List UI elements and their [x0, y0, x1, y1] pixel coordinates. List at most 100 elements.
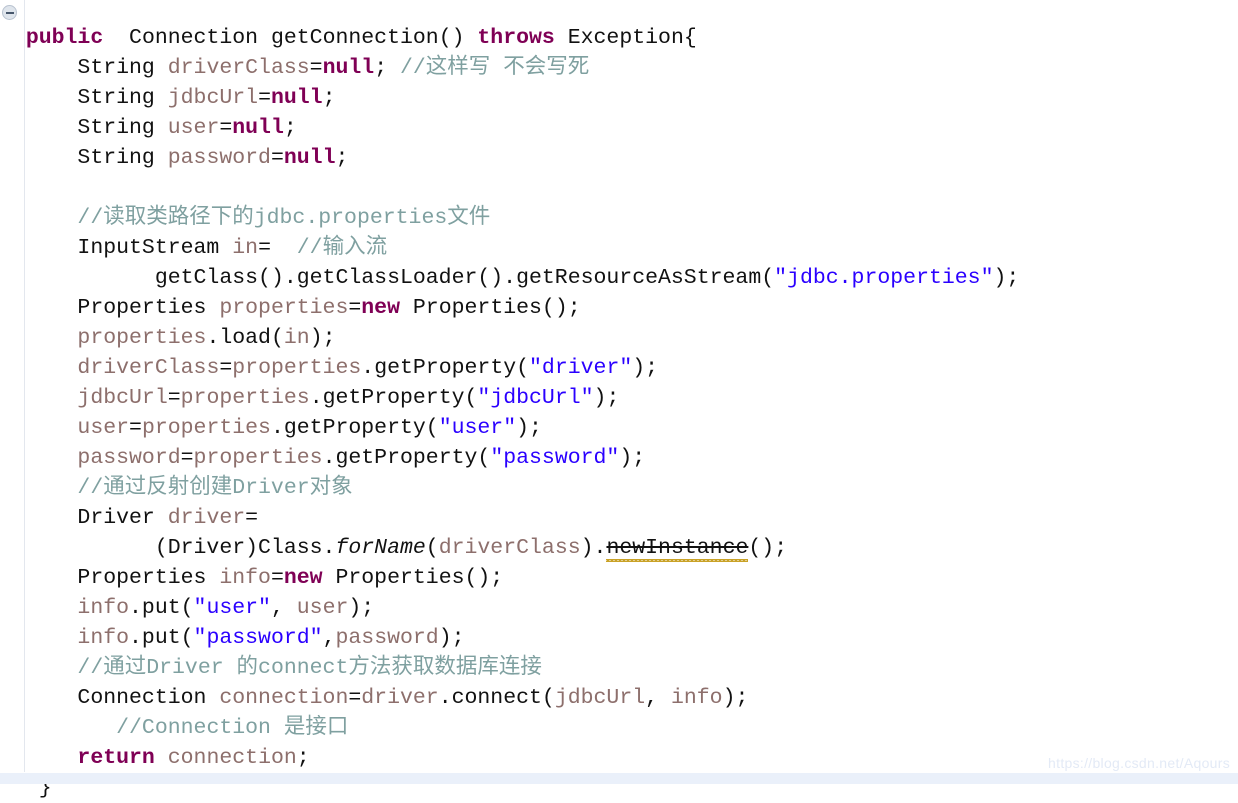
code-token-pun: ; — [283, 115, 297, 140]
code-token-pun: , — [270, 595, 297, 620]
line-get-jdbcurl: jdbcUrl=properties.getProperty("jdbcUrl"… — [0, 383, 1238, 413]
code-token-var: properties — [232, 355, 362, 380]
code-token-typ: Connection — [0, 685, 220, 710]
collapse-minus-icon[interactable] — [2, 5, 17, 20]
code-token-pun: ); — [632, 355, 659, 380]
line-declare-user: String user=null; — [0, 113, 1238, 143]
code-token-cmt: //通过反射创建Driver对象 — [77, 475, 353, 500]
code-token-typ: Exception{ — [554, 25, 697, 50]
code-token-pun — [0, 26, 26, 50]
code-token-typ: ( — [425, 535, 439, 560]
code-content[interactable]: public Connection getConnection() throws… — [0, 22, 1238, 803]
code-token-pun: = — [258, 235, 297, 260]
line-comment-connection-interface: //Connection 是接口 — [0, 713, 1238, 743]
code-token-pun: , — [645, 685, 671, 710]
code-token-var: info — [77, 625, 130, 650]
code-token-typ: .load( — [206, 325, 284, 350]
code-token-kw: new — [283, 565, 323, 590]
code-token-pun — [0, 626, 77, 650]
code-token-kw: null — [270, 85, 323, 110]
code-token-typ: String — [0, 55, 168, 80]
code-token-cmt: //通过Driver 的connect方法获取数据库连接 — [77, 655, 542, 680]
code-token-var: driver — [167, 505, 246, 530]
line-info-put-password: info.put("password",password); — [0, 623, 1238, 653]
code-token-pun: ; — [296, 745, 310, 770]
line-new-properties: Properties properties=new Properties(); — [0, 293, 1238, 323]
code-token-var: user — [77, 415, 130, 440]
code-token-pun: ); — [348, 595, 375, 620]
code-token-var: info — [219, 565, 271, 590]
code-token-var: user — [296, 595, 349, 620]
line-info-put-user: info.put("user", user); — [0, 593, 1238, 623]
code-token-var: connection — [167, 745, 297, 770]
code-token-str: "password" — [490, 445, 620, 470]
code-token-var: connection — [219, 685, 349, 710]
code-token-pun — [0, 176, 13, 200]
code-token-pun: ; — [374, 55, 400, 80]
code-token-pun: ); — [993, 265, 1020, 290]
code-token-typ: Properties — [0, 295, 220, 320]
code-token-pun: = — [167, 385, 181, 410]
code-token-typ: (); — [748, 535, 788, 560]
line-driver-decl: Driver driver= — [0, 503, 1238, 533]
code-token-var: password — [167, 145, 271, 170]
line-connection-assign: Connection connection=driver.connect(jdb… — [0, 683, 1238, 713]
code-token-var: in — [283, 325, 310, 350]
code-token-var: driver — [361, 685, 439, 710]
line-declare-jdbcurl: String jdbcUrl=null; — [0, 83, 1238, 113]
code-token-kw: new — [361, 295, 400, 320]
code-token-pun: = — [219, 115, 233, 140]
code-token-pun: ); — [593, 385, 620, 410]
code-token-typ: String — [0, 115, 168, 140]
code-token-kw: null — [232, 115, 284, 140]
code-token-pun: = — [270, 145, 284, 170]
code-token-typ: .getProperty( — [309, 385, 478, 410]
code-token-var: driverClass — [77, 355, 220, 380]
code-token-pun: = — [219, 355, 233, 380]
code-token-typ: .getProperty( — [322, 445, 491, 470]
code-token-var: in — [232, 235, 259, 260]
code-token-pun: ); — [309, 325, 336, 350]
code-token-var: user — [167, 115, 220, 140]
code-token-typ: ). — [580, 535, 607, 560]
code-token-stat: forName — [335, 535, 426, 560]
code-token-typ: (Driver)Class. — [0, 535, 336, 560]
code-token-str: "password" — [193, 625, 323, 650]
bottom-strip — [0, 773, 1238, 784]
code-token-typ: .put( — [129, 625, 194, 650]
code-token-pun: ; — [335, 145, 349, 170]
line-comment-reflection: //通过反射创建Driver对象 — [0, 473, 1238, 503]
code-token-var: driverClass — [167, 55, 310, 80]
code-token-var: jdbcUrl — [167, 85, 259, 110]
code-token-kw: return — [77, 745, 155, 770]
code-token-pun: ); — [722, 685, 749, 710]
code-token-pun — [0, 656, 77, 680]
code-token-pun: ); — [438, 625, 465, 650]
code-token-pun: ); — [619, 445, 646, 470]
line-comment-read-properties: //读取类路径下的jdbc.properties文件 — [0, 203, 1238, 233]
code-token-cmt: //读取类路径下的jdbc.properties文件 — [77, 205, 491, 230]
code-token-var: properties — [180, 385, 310, 410]
code-token-pun: = — [129, 415, 142, 440]
line-blank-1 — [0, 173, 1238, 203]
code-token-var: jdbcUrl — [77, 385, 168, 410]
code-token-pun: ); — [516, 415, 542, 440]
code-token-typ: .connect( — [438, 685, 555, 710]
line-properties-load: properties.load(in); — [0, 323, 1238, 353]
line-declare-driverclass: String driverClass=null; //这样写 不会写死 — [0, 53, 1238, 83]
line-getresourceasstream: getClass().getClassLoader().getResourceA… — [0, 263, 1238, 293]
line-method-signature: public Connection getConnection() throws… — [0, 23, 1238, 53]
code-token-str: "jdbcUrl" — [477, 385, 594, 410]
code-token-pun: ; — [322, 85, 336, 110]
code-token-typ: Properties — [0, 565, 220, 590]
code-token-pun — [0, 416, 77, 440]
code-token-str: "driver" — [529, 355, 633, 380]
code-token-var: properties — [219, 295, 349, 320]
code-token-pun — [0, 356, 77, 380]
deprecated-method-token: newInstance — [606, 533, 748, 563]
code-token-pun: = — [258, 85, 271, 110]
code-editor[interactable]: public Connection getConnection() throws… — [0, 0, 1238, 800]
code-token-pun — [0, 386, 77, 410]
code-token-cmt: //输入流 — [296, 235, 388, 260]
code-token-var: properties — [193, 445, 323, 470]
